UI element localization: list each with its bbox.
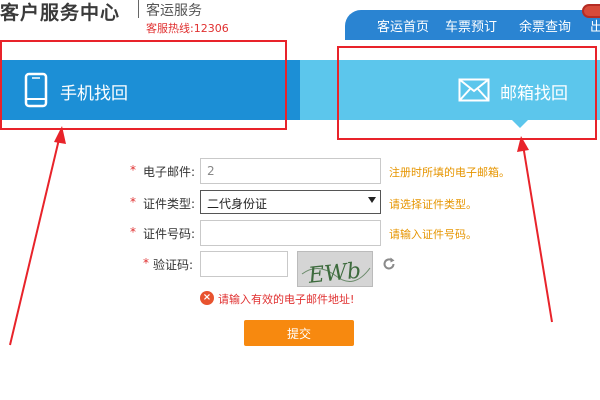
- id-type-label: 证件类型:: [143, 197, 196, 211]
- required-mark: *: [130, 225, 136, 239]
- email-label: 电子邮件:: [143, 165, 196, 179]
- dropdown-arrow-icon: [368, 197, 376, 203]
- error-text: 请输入有效的电子邮件地址!: [218, 293, 355, 306]
- email-hint: 注册时所填的电子邮箱。: [389, 166, 510, 179]
- form-row-id-type: * 证件类型: 二代身份证 请选择证件类型。: [0, 190, 600, 216]
- form-row-email: * 电子邮件: 注册时所填的电子邮箱。: [0, 158, 600, 184]
- id-number-hint: 请输入证件号码。: [389, 228, 477, 241]
- id-number-input[interactable]: [200, 220, 381, 246]
- refresh-icon[interactable]: [382, 257, 396, 271]
- form-row-id-number: * 证件号码: 请输入证件号码。: [0, 220, 600, 246]
- id-type-selected-value: 二代身份证: [207, 197, 268, 211]
- required-mark: *: [143, 256, 149, 270]
- form-row-captcha: * 验证码: EWb: [0, 251, 600, 287]
- id-type-select[interactable]: 二代身份证: [200, 190, 381, 214]
- id-type-hint: 请选择证件类型。: [389, 198, 477, 211]
- captcha-graphic: EWb: [301, 258, 371, 287]
- required-mark: *: [130, 195, 136, 209]
- captcha-image[interactable]: EWb: [297, 251, 373, 287]
- captcha-text: EWb: [306, 258, 362, 287]
- captcha-label: 验证码:: [153, 258, 194, 272]
- submit-button[interactable]: 提交: [244, 320, 354, 346]
- captcha-input[interactable]: [200, 251, 288, 277]
- error-icon: ×: [200, 291, 214, 305]
- id-number-label: 证件号码:: [143, 227, 196, 241]
- email-input[interactable]: [200, 158, 381, 184]
- required-mark: *: [130, 163, 136, 177]
